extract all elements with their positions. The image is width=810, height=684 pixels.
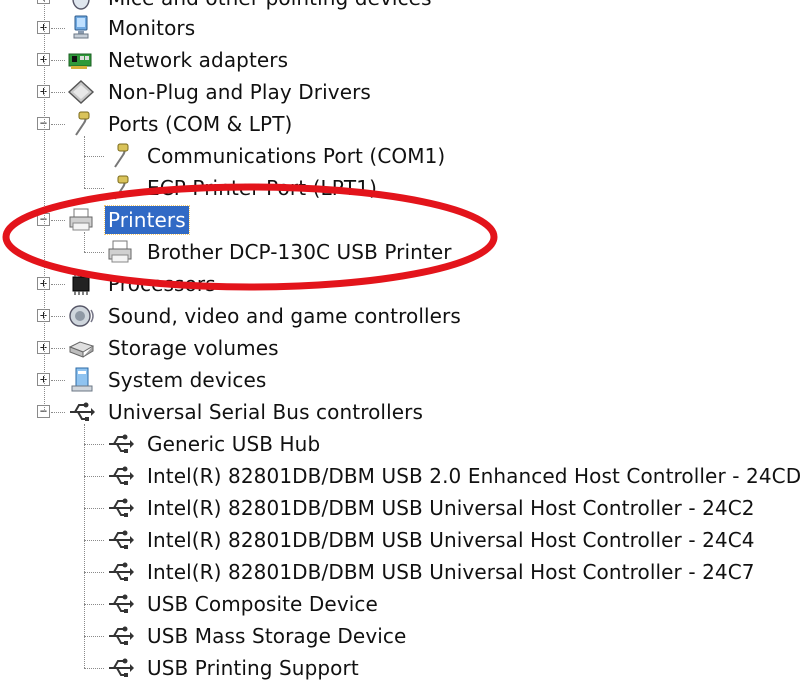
non-pnp-driver-icon [67,80,95,104]
tree-item-brother[interactable]: Brother DCP-130C USB Printer [0,236,810,268]
tree-connector [51,60,65,61]
tree-item-label: ECP Printer Port (LPT1) [147,176,377,200]
port-icon [114,143,129,168]
tree-connector [51,348,65,349]
tree-item-lpt1[interactable]: ECP Printer Port (LPT1) [0,172,810,204]
tree-connector [51,220,65,221]
storage-volume-icon [68,341,95,358]
tree-item-uhci2[interactable]: Intel(R) 82801DB/DBM USB Universal Host … [0,492,810,524]
tree-item-mass[interactable]: USB Mass Storage Device [0,620,810,652]
tree-item-label: Mice and other pointing devices [108,0,432,12]
printer-icon [108,240,132,263]
tree-item-ehci[interactable]: Intel(R) 82801DB/DBM USB 2.0 Enhanced Ho… [0,460,810,492]
speaker-icon [69,305,94,327]
tree-item-system[interactable]: + System devices [0,364,810,396]
tree-item-processors[interactable]: + Processors [0,268,810,300]
tree-branch-line [84,136,85,188]
tree-connector [51,28,65,29]
tree-item-printsupport[interactable]: USB Printing Support [0,652,810,684]
usb-icon [109,626,134,645]
tree-connector [84,636,104,637]
tree-connector [84,668,104,669]
tree-item-label: Printers [104,205,190,235]
tree-connector [84,444,104,445]
tree-item-network[interactable]: + Network adapters [0,44,810,76]
tree-item-label: Sound, video and game controllers [108,304,461,328]
tree-connector [84,540,104,541]
tree-connector [84,604,104,605]
tree-trunk-line [44,0,45,412]
usb-icon [70,402,95,421]
tree-branch-line [84,232,85,252]
tree-item-label: Communications Port (COM1) [147,144,446,168]
usb-icon [109,466,134,485]
tree-connector [84,156,104,157]
tree-item-label: USB Mass Storage Device [147,624,407,648]
tree-connector [51,380,65,381]
device-tree: + Mice and other pointing devices +Monit… [0,0,810,684]
tree-item-uhci7[interactable]: Intel(R) 82801DB/DBM USB Universal Host … [0,556,810,588]
port-icon [75,111,90,136]
tree-item-nonpnp[interactable]: + Non-Plug and Play Drivers [0,76,810,108]
tree-item-printers[interactable]: − Printers [0,204,810,236]
tree-connector [84,508,104,509]
tree-connector [84,572,104,573]
tree-connector [51,92,65,93]
system-device-icon [71,367,93,392]
tree-item-uhci4[interactable]: Intel(R) 82801DB/DBM USB Universal Host … [0,524,810,556]
network-adapter-icon [68,53,92,69]
tree-item-usb[interactable]: − Universal Serial Bus controllers [0,396,810,428]
tree-item-label: USB Printing Support [147,656,359,680]
tree-item-label: Brother DCP-130C USB Printer [147,240,452,264]
usb-icon [109,562,134,581]
tree-connector [51,412,65,413]
tree-item-ports[interactable]: − Ports (COM & LPT) [0,108,810,140]
tree-item-label: Intel(R) 82801DB/DBM USB 2.0 Enhanced Ho… [147,464,802,488]
usb-icon [109,658,134,677]
mouse-icon [72,0,90,10]
tree-item-storage[interactable]: + Storage volumes [0,332,810,364]
usb-icon [109,594,134,613]
tree-item-label: Storage volumes [108,336,279,360]
usb-icon [109,434,134,453]
printer-icon [69,208,93,231]
port-icon [114,175,129,200]
tree-item-com1[interactable]: Communications Port (COM1) [0,140,810,172]
monitor-icon [73,15,89,39]
tree-connector [51,316,65,317]
processor-icon [72,273,90,295]
tree-item-label: System devices [108,368,267,392]
tree-item-label: Non-Plug and Play Drivers [108,80,371,104]
usb-icon [109,530,134,549]
tree-branch-line [84,424,85,668]
tree-item-monitors[interactable]: + Monitors [0,12,810,44]
tree-connector [84,252,104,253]
tree-item-label: Monitors [108,16,196,40]
tree-item-label: Ports (COM & LPT) [108,112,293,136]
tree-item-sound[interactable]: + Sound, video and game controllers [0,300,810,332]
tree-item-composite[interactable]: USB Composite Device [0,588,810,620]
tree-item-label: Network adapters [108,48,289,72]
tree-item-label: USB Composite Device [147,592,378,616]
tree-connector [51,284,65,285]
tree-item-label: Universal Serial Bus controllers [108,400,423,424]
usb-icon [109,498,134,517]
tree-item-label: Intel(R) 82801DB/DBM USB Universal Host … [147,496,755,520]
tree-item-label: Generic USB Hub [147,432,321,456]
tree-item-label: Intel(R) 82801DB/DBM USB Universal Host … [147,528,755,552]
tree-connector [84,476,104,477]
tree-item-hub[interactable]: Generic USB Hub [0,428,810,460]
tree-item-label: Processors [108,272,216,296]
tree-connector [84,188,104,189]
tree-connector [51,124,65,125]
tree-item-label: Intel(R) 82801DB/DBM USB Universal Host … [147,560,755,584]
